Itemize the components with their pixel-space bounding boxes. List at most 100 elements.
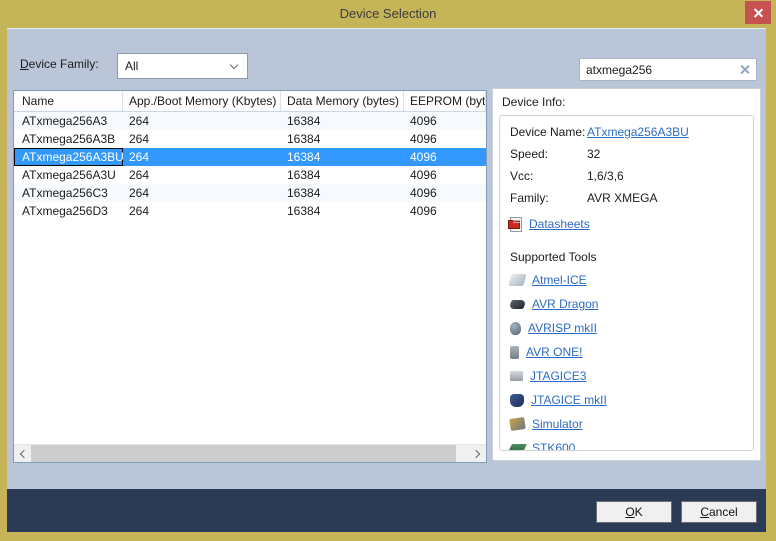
cancel-button[interactable]: Cancel — [681, 501, 757, 523]
datasheets-row: Datasheets — [510, 214, 753, 234]
device-name-link[interactable]: ATxmega256A3BU — [587, 124, 689, 140]
cell-appboot: 264 — [123, 130, 281, 148]
cell-eeprom: 4096 — [404, 112, 486, 130]
column-header-name[interactable]: Name — [14, 91, 123, 111]
device-selection-dialog: { "window": { "title": "Device Selection… — [0, 0, 776, 541]
tool-row: JTAGICE mkII — [510, 388, 753, 412]
device-table: Name App./Boot Memory (Kbytes) Data Memo… — [13, 90, 487, 463]
column-header-appboot[interactable]: App./Boot Memory (Kbytes) — [123, 91, 281, 111]
window-title: Device Selection — [0, 0, 776, 28]
table-row[interactable]: ATxmega256A3B 264 16384 4096 — [14, 130, 486, 148]
chevron-left-icon — [20, 450, 28, 458]
field-value: 32 — [587, 146, 600, 162]
cell-eeprom: 4096 — [404, 166, 486, 184]
cell-appboot: 264 — [123, 112, 281, 130]
footer-bar: OK Cancel — [7, 489, 766, 532]
atmel-ice-link[interactable]: Atmel-ICE — [532, 273, 587, 287]
field-label: Family: — [510, 190, 587, 206]
info-field-device-name: Device Name: ATxmega256A3BU — [510, 124, 753, 146]
clear-search-icon[interactable] — [739, 64, 750, 75]
field-label: Device Name: — [510, 124, 587, 140]
cell-datamem: 16384 — [281, 166, 404, 184]
scroll-right-button[interactable] — [469, 445, 486, 462]
column-header-datamem[interactable]: Data Memory (bytes) — [281, 91, 404, 111]
ok-button[interactable]: OK — [596, 501, 672, 523]
cell-eeprom: 4096 — [404, 202, 486, 220]
info-field-family: Family: AVR XMEGA — [510, 190, 753, 212]
field-value: 1,6/3,6 — [587, 168, 624, 184]
scroll-left-button[interactable] — [14, 445, 31, 462]
cell-name: ATxmega256A3U — [14, 166, 123, 184]
cell-name: ATxmega256D3 — [14, 202, 123, 220]
scrollbar-track[interactable] — [31, 445, 469, 462]
table-row[interactable]: ATxmega256A3U 264 16384 4096 — [14, 166, 486, 184]
cell-name: ATxmega256A3BU — [14, 148, 123, 166]
cell-eeprom: 4096 — [404, 130, 486, 148]
cell-appboot: 264 — [123, 166, 281, 184]
tool-row: Atmel-ICE — [510, 268, 753, 292]
stk600-icon — [508, 444, 527, 451]
cell-eeprom: 4096 — [404, 148, 486, 166]
table-row[interactable]: ATxmega256C3 264 16384 4096 — [14, 184, 486, 202]
avrisp-mkii-link[interactable]: AVRISP mkII — [528, 321, 597, 335]
cell-datamem: 16384 — [281, 148, 404, 166]
tool-row: AVRISP mkII — [510, 316, 753, 340]
tool-row: AVR ONE! — [510, 340, 753, 364]
tool-row: Simulator — [510, 412, 753, 436]
avrisp-mkii-icon — [510, 322, 521, 335]
device-family-select[interactable]: All — [117, 53, 248, 79]
jtagice3-icon — [510, 371, 523, 381]
cell-appboot: 264 — [123, 202, 281, 220]
ok-button-label: OK — [625, 502, 642, 522]
field-label: Vcc: — [510, 168, 587, 184]
device-family-value: All — [125, 59, 138, 73]
cell-eeprom: 4096 — [404, 184, 486, 202]
simulator-link[interactable]: Simulator — [532, 417, 583, 431]
column-header-eeprom[interactable]: EEPROM (bytes) — [404, 91, 486, 111]
field-value: AVR XMEGA — [587, 190, 657, 206]
dialog-body: Device Family: All Name App./Boot Memory… — [7, 28, 766, 489]
jtagice3-link[interactable]: JTAGICE3 — [530, 369, 586, 383]
scrollbar-thumb[interactable] — [31, 445, 456, 462]
field-label: Speed: — [510, 146, 587, 162]
jtagice-mkii-icon — [510, 394, 524, 407]
tool-row: STK600 — [510, 436, 753, 451]
avr-one-link[interactable]: AVR ONE! — [526, 345, 582, 359]
table-row[interactable]: ATxmega256A3 264 16384 4096 — [14, 112, 486, 130]
cell-name: ATxmega256C3 — [14, 184, 123, 202]
close-button[interactable] — [745, 1, 771, 24]
chevron-down-icon — [230, 61, 238, 69]
close-icon — [753, 7, 764, 18]
tool-row: JTAGICE3 — [510, 364, 753, 388]
search-box — [579, 58, 757, 81]
table-row-selected[interactable]: ATxmega256A3BU 264 16384 4096 — [14, 148, 486, 166]
stk600-link[interactable]: STK600 — [532, 441, 575, 451]
info-field-speed: Speed: 32 — [510, 146, 753, 168]
supported-tools-heading: Supported Tools — [510, 250, 753, 268]
cell-datamem: 16384 — [281, 130, 404, 148]
device-info-box: Device Name: ATxmega256A3BU Speed: 32 Vc… — [499, 115, 754, 451]
table-header: Name App./Boot Memory (Kbytes) Data Memo… — [14, 91, 486, 112]
cell-name: ATxmega256A3B — [14, 130, 123, 148]
avr-dragon-link[interactable]: AVR Dragon — [532, 297, 598, 311]
horizontal-scrollbar — [14, 444, 486, 462]
table-row[interactable]: ATxmega256D3 264 16384 4096 — [14, 202, 486, 220]
cell-appboot: 264 — [123, 148, 281, 166]
device-info-panel: Device Info: Device Name: ATxmega256A3BU… — [492, 88, 761, 461]
cell-datamem: 16384 — [281, 202, 404, 220]
device-search-input[interactable] — [580, 59, 732, 80]
cell-datamem: 16384 — [281, 184, 404, 202]
device-family-label: Device Family: — [20, 57, 99, 71]
simulator-icon — [509, 417, 526, 431]
titlebar[interactable]: Device Selection — [0, 0, 776, 28]
pdf-icon — [510, 217, 522, 232]
avr-one-icon — [510, 346, 519, 359]
cancel-button-label: Cancel — [700, 502, 737, 522]
cell-appboot: 264 — [123, 184, 281, 202]
jtagice-mkii-link[interactable]: JTAGICE mkII — [531, 393, 607, 407]
chevron-right-icon — [472, 450, 480, 458]
datasheets-link[interactable]: Datasheets — [529, 217, 590, 231]
tool-row: AVR Dragon — [510, 292, 753, 316]
info-field-vcc: Vcc: 1,6/3,6 — [510, 168, 753, 190]
atmel-ice-icon — [508, 274, 526, 286]
